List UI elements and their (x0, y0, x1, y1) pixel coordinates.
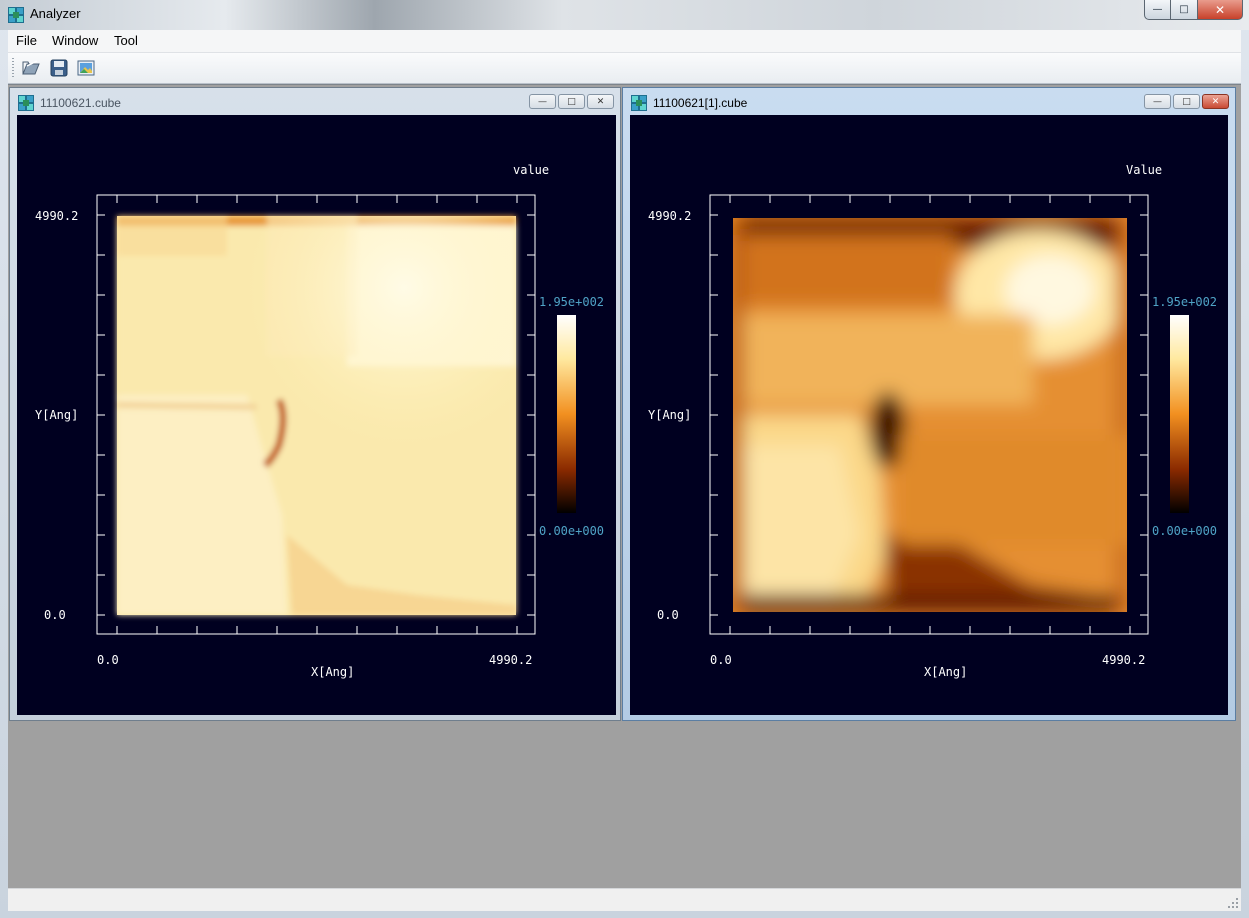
y-max-label: 4990.2 (35, 209, 78, 223)
y-min-label: 0.0 (44, 608, 66, 622)
open-folder-icon[interactable] (21, 58, 41, 78)
minimize-icon: — (538, 96, 547, 107)
maximize-icon: □ (1182, 96, 1191, 107)
child-window-controls: — □ ✕ (1144, 94, 1229, 109)
minimize-icon: — (1153, 96, 1162, 107)
child-window-title: 11100621.cube (40, 96, 121, 110)
plot-canvas[interactable]: Value 1.95e+002 0.00e+000 Y[Ang] 4990.2 … (630, 115, 1228, 715)
heatmap-image-1 (116, 216, 516, 615)
x-axis-label: X[Ang] (924, 665, 967, 679)
maximize-icon: □ (567, 96, 576, 107)
toolbar (8, 53, 1241, 84)
child-minimize-button[interactable]: — (1144, 94, 1171, 109)
child-title-bar[interactable]: 11100621[1].cube — □ ✕ (623, 88, 1235, 115)
close-icon: ✕ (1211, 96, 1220, 107)
colorbar (557, 315, 576, 513)
x-axis-label: X[Ang] (311, 665, 354, 679)
child-minimize-button[interactable]: — (529, 94, 556, 109)
menu-bar: File Window Tool (8, 30, 1241, 53)
colorbar (1170, 315, 1189, 513)
image-icon[interactable] (76, 58, 96, 78)
close-icon: ✕ (1214, 2, 1226, 17)
x-max-label: 4990.2 (489, 653, 532, 667)
toolbar-grip[interactable] (12, 58, 14, 78)
child-close-button[interactable]: ✕ (587, 94, 614, 109)
app-title: Analyzer (30, 6, 81, 21)
plot-canvas[interactable]: value 1.95e+002 0.00e+000 Y[Ang] 4990.2 … (17, 115, 616, 715)
save-icon[interactable] (49, 58, 69, 78)
child-maximize-button[interactable]: □ (1173, 94, 1200, 109)
colorbar-title: value (513, 163, 549, 177)
colorbar-min-label: 0.00e+000 (1152, 524, 1217, 538)
colorbar-max-label: 1.95e+002 (539, 295, 604, 309)
child-maximize-button[interactable]: □ (558, 94, 585, 109)
resize-grip-icon[interactable] (1227, 897, 1239, 909)
colorbar-title: Value (1126, 163, 1162, 177)
menu-file[interactable]: File (16, 33, 37, 48)
y-axis-label: Y[Ang] (35, 408, 78, 422)
maximize-icon: □ (1179, 4, 1189, 15)
menu-tool[interactable]: Tool (114, 33, 138, 48)
colorbar-max-label: 1.95e+002 (1152, 295, 1217, 309)
x-max-label: 4990.2 (1102, 653, 1145, 667)
menu-window[interactable]: Window (52, 33, 98, 48)
minimize-icon: — (1152, 4, 1163, 15)
app-maximize-button[interactable]: □ (1171, 0, 1198, 20)
x-min-label: 0.0 (710, 653, 732, 667)
child-window-title: 11100621[1].cube (653, 96, 748, 110)
heatmap-image-2 (733, 218, 1127, 612)
analyzer-app-window: Analyzer — □ ✕ File Window Tool 11100621… (0, 0, 1249, 918)
x-min-label: 0.0 (97, 653, 119, 667)
child-title-bar[interactable]: 11100621.cube — □ ✕ (10, 88, 620, 115)
cube-file-icon (631, 95, 647, 111)
colorbar-min-label: 0.00e+000 (539, 524, 604, 538)
y-min-label: 0.0 (657, 608, 679, 622)
heatmap-plot: value 1.95e+002 0.00e+000 Y[Ang] 4990.2 … (35, 163, 604, 679)
app-minimize-button[interactable]: — (1144, 0, 1171, 20)
child-close-button[interactable]: ✕ (1202, 94, 1229, 109)
app-title-bar[interactable]: Analyzer — □ ✕ (0, 0, 1249, 30)
close-icon: ✕ (596, 96, 605, 107)
app-icon (8, 7, 24, 23)
app-close-button[interactable]: ✕ (1198, 0, 1243, 20)
cube-file-icon (18, 95, 34, 111)
status-bar (8, 888, 1241, 911)
heatmap-plot: Value 1.95e+002 0.00e+000 Y[Ang] 4990.2 … (648, 163, 1217, 679)
y-axis-label: Y[Ang] (648, 408, 691, 422)
child-window-11100621-1[interactable]: 11100621[1].cube — □ ✕ Value 1.95e+002 0… (622, 87, 1236, 721)
child-window-11100621[interactable]: 11100621.cube — □ ✕ value 1.95e+002 0.00… (9, 87, 621, 721)
child-window-controls: — □ ✕ (529, 94, 614, 109)
app-window-controls: — □ ✕ (1144, 0, 1243, 20)
y-max-label: 4990.2 (648, 209, 691, 223)
